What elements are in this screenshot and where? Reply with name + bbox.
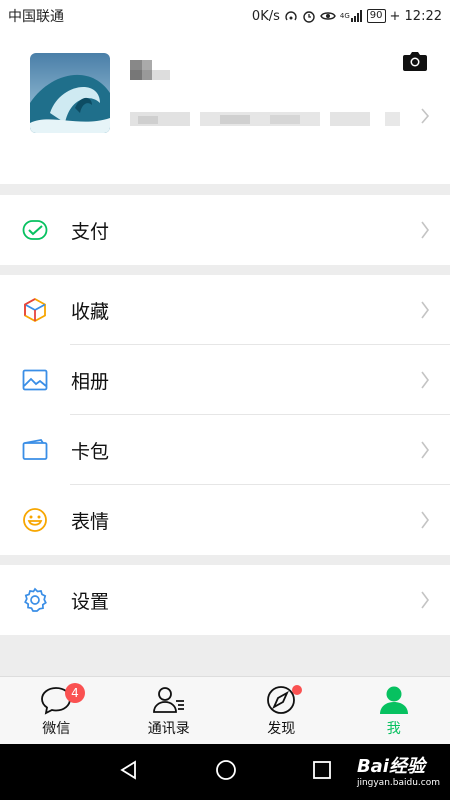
menu-item-favorites[interactable]: 收藏 — [0, 275, 450, 345]
image-icon — [22, 368, 48, 392]
wechat-id-blurred — [130, 112, 400, 126]
gear-icon — [22, 587, 48, 612]
home-icon[interactable] — [215, 759, 237, 785]
camera-icon[interactable] — [402, 50, 428, 76]
status-bar: 中国联通 0K/s 4G 90 + 12:22 — [0, 0, 450, 32]
menu-item-stickers[interactable]: 表情 — [0, 485, 450, 555]
nickname-blurred — [130, 60, 170, 80]
unread-badge: 4 — [65, 683, 85, 703]
status-time: + 12:22 — [389, 8, 443, 24]
menu-item-label: 支付 — [71, 220, 110, 243]
profile-header[interactable] — [0, 32, 450, 184]
tab-discover[interactable]: 发现 — [225, 677, 338, 744]
menu-item-settings[interactable]: 设置 — [0, 565, 450, 635]
menu-item-cards[interactable]: 卡包 — [0, 415, 450, 485]
watermark-brand: Bai经验 — [356, 756, 425, 777]
tab-label: 通讯录 — [147, 721, 190, 737]
cube-icon — [22, 297, 48, 323]
chevron-right-icon — [420, 511, 430, 533]
smiley-icon — [22, 508, 48, 532]
menu-item-label: 表情 — [71, 510, 110, 533]
menu-item-album[interactable]: 相册 — [0, 345, 450, 415]
chevron-right-icon — [420, 108, 430, 128]
wallet-check-icon — [22, 218, 48, 242]
status-indicators: 0K/s 4G 90 + 12:22 — [252, 9, 442, 24]
tab-label: 我 — [386, 721, 401, 737]
battery-indicator: 90 — [366, 9, 386, 23]
menu-item-pay[interactable]: 支付 — [0, 195, 450, 265]
alarm-icon — [302, 9, 316, 23]
recents-icon[interactable] — [312, 760, 332, 784]
chevron-right-icon — [420, 591, 430, 613]
chevron-right-icon — [420, 221, 430, 243]
contacts-icon — [152, 687, 184, 713]
tab-label: 微信 — [42, 721, 71, 737]
card-icon — [22, 438, 48, 462]
menu-item-label: 相册 — [71, 370, 110, 393]
person-icon — [379, 686, 408, 714]
carrier-label: 中国联通 — [8, 9, 64, 25]
baidu-watermark: Bai经验 jingyan.baidu.com — [357, 752, 440, 788]
menu-item-label: 卡包 — [71, 440, 110, 463]
chevron-right-icon — [420, 441, 430, 463]
bottom-tab-bar: 4 微信 通讯录 发现 我 — [0, 676, 450, 744]
net-speed: 0K/s — [251, 8, 280, 24]
tab-label: 发现 — [267, 721, 296, 737]
eye-icon — [320, 10, 336, 22]
tab-contacts[interactable]: 通讯录 — [113, 677, 226, 744]
menu-item-label: 设置 — [71, 590, 110, 613]
chevron-right-icon — [420, 301, 430, 323]
signal-icon: 4G — [340, 10, 363, 22]
hotspot-icon — [284, 9, 298, 23]
menu-item-label: 收藏 — [71, 300, 110, 323]
pay-section: 支付 — [0, 195, 450, 265]
chevron-right-icon — [420, 371, 430, 393]
back-icon[interactable] — [118, 759, 140, 785]
avatar[interactable] — [30, 53, 110, 133]
tab-chats[interactable]: 4 微信 — [0, 677, 113, 744]
tab-me[interactable]: 我 — [338, 677, 450, 744]
watermark-url: jingyan.baidu.com — [356, 778, 440, 788]
network-type: 4G — [339, 12, 350, 20]
settings-section: 设置 — [0, 565, 450, 635]
features-section: 收藏 相册 卡包 表情 — [0, 275, 450, 555]
new-moments-dot — [292, 685, 302, 695]
